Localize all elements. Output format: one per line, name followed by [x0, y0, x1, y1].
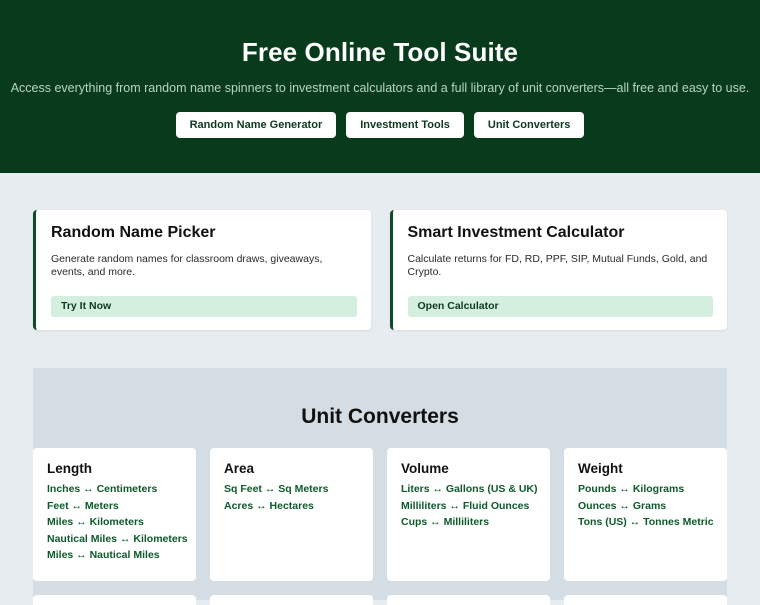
converter-link[interactable]: Pounds ↔ Kilograms: [578, 481, 727, 498]
converter-link[interactable]: Sq Feet ↔ Sq Meters: [224, 481, 373, 498]
converter-grid-next-row: [33, 595, 727, 605]
converter-link[interactable]: Tons (US) ↔ Tonnes Metric: [578, 514, 727, 531]
unit-converters-section: Unit Converters Length Inches ↔ Centimet…: [33, 368, 727, 600]
converter-link[interactable]: Milliliters ↔ Fluid Ounces: [401, 498, 550, 515]
converter-group-title: Length: [47, 461, 92, 476]
converter-group-title: Weight: [578, 461, 623, 476]
converter-group-title: Area: [224, 461, 255, 476]
card-description: Generate random names for classroom draw…: [51, 253, 323, 278]
converter-card-partial: [33, 595, 196, 605]
length-converters-card: Length Inches ↔ Centimeters Feet ↔ Meter…: [33, 448, 196, 581]
converter-link[interactable]: Liters ↔ Gallons (US & UK): [401, 481, 550, 498]
converter-grid: Length Inches ↔ Centimeters Feet ↔ Meter…: [33, 448, 727, 581]
card-title: Smart Investment Calculator: [407, 224, 625, 241]
hero-button-group: Random Name Generator Investment Tools U…: [0, 112, 760, 138]
investment-calculator-card: Smart Investment Calculator Calculate re…: [389, 210, 727, 330]
converter-link[interactable]: Cups ↔ Milliliters: [401, 514, 550, 531]
unit-converters-button[interactable]: Unit Converters: [473, 112, 585, 138]
random-name-picker-card: Random Name Picker Generate random names…: [33, 210, 371, 330]
card-title: Random Name Picker: [51, 224, 216, 241]
section-title: Unit Converters: [301, 405, 459, 428]
open-calculator-button[interactable]: Open Calculator: [407, 296, 713, 317]
converter-card-partial: [387, 595, 550, 605]
area-converters-card: Area Sq Feet ↔ Sq Meters Acres ↔ Hectare…: [210, 448, 373, 581]
card-description: Calculate returns for FD, RD, PPF, SIP, …: [407, 253, 708, 278]
weight-converters-card: Weight Pounds ↔ Kilograms Ounces ↔ Grams…: [564, 448, 727, 581]
page-title: Free Online Tool Suite: [241, 37, 519, 67]
converter-link[interactable]: Miles ↔ Kilometers: [47, 514, 196, 531]
converter-link[interactable]: Acres ↔ Hectares: [224, 498, 373, 515]
featured-tools: Random Name Picker Generate random names…: [33, 210, 727, 330]
converter-link[interactable]: Miles ↔ Nautical Miles: [47, 547, 196, 564]
hero-section: Free Online Tool Suite Access everything…: [0, 0, 760, 173]
try-it-now-button[interactable]: Try It Now: [51, 296, 357, 317]
converter-link[interactable]: Feet ↔ Meters: [47, 498, 196, 515]
page-subtitle: Access everything from random name spinn…: [10, 81, 750, 95]
converter-card-partial: [564, 595, 727, 605]
converter-link[interactable]: Ounces ↔ Grams: [578, 498, 727, 515]
converter-link[interactable]: Nautical Miles ↔ Kilometers: [47, 531, 196, 548]
converter-group-title: Volume: [401, 461, 449, 476]
investment-tools-button[interactable]: Investment Tools: [346, 112, 464, 138]
volume-converters-card: Volume Liters ↔ Gallons (US & UK) Millil…: [387, 448, 550, 581]
random-name-generator-button[interactable]: Random Name Generator: [175, 112, 337, 138]
converter-link[interactable]: Inches ↔ Centimeters: [47, 481, 196, 498]
converter-card-partial: [210, 595, 373, 605]
